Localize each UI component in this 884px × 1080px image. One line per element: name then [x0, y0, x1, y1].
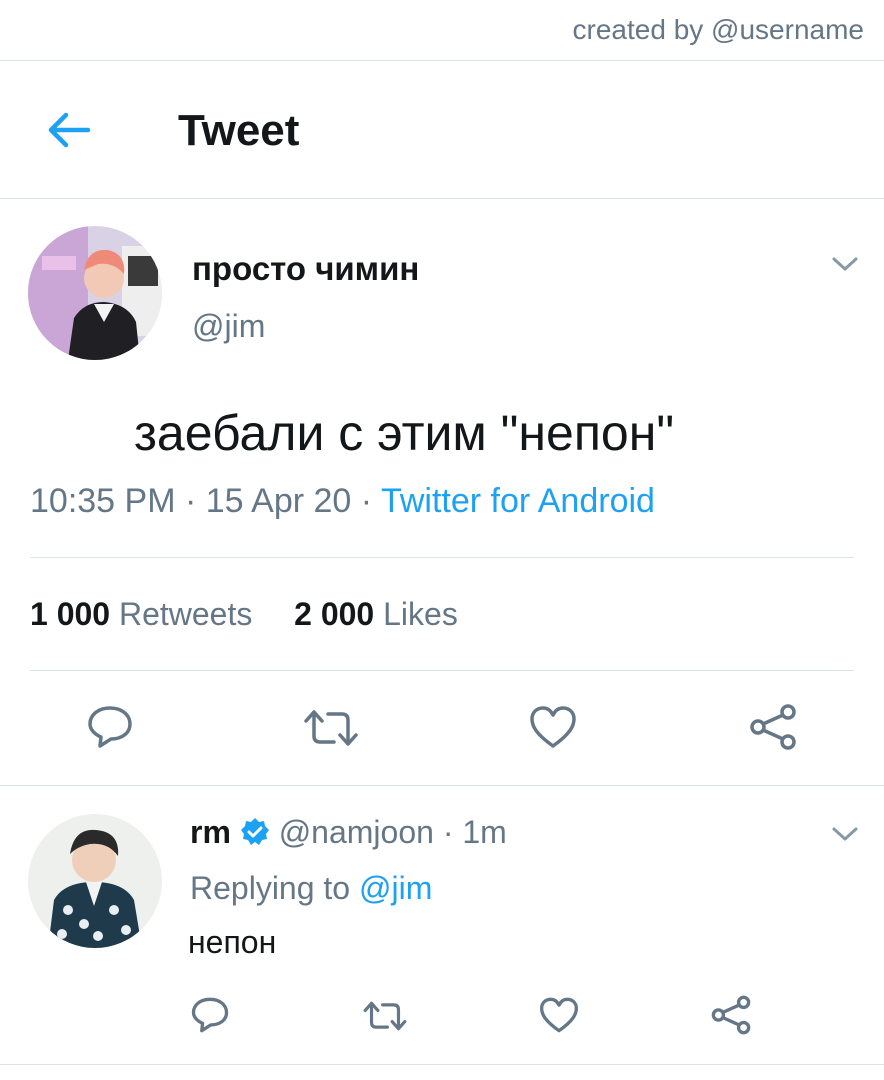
watermark-text: created by @username [572, 14, 864, 45]
replying-to-handle-link[interactable]: @jim [359, 870, 432, 906]
separator-dot: · [360, 482, 381, 520]
stats-bottom-divider [30, 670, 854, 671]
like-button[interactable] [528, 704, 578, 750]
verified-badge [240, 817, 270, 855]
user-handle[interactable]: @jim [192, 308, 265, 345]
reply-handle[interactable]: @namjoon [279, 814, 434, 850]
retweet-icon [363, 1001, 407, 1031]
stats-top-divider [30, 557, 854, 558]
avatar[interactable] [28, 814, 162, 948]
reply-retweet-button[interactable] [362, 998, 408, 1034]
tweet-source-link[interactable]: Twitter for Android [381, 482, 655, 520]
separator-dot: · [442, 814, 463, 850]
likes-count: 2 000 [294, 596, 375, 632]
arrow-left-icon [48, 112, 91, 148]
tweet-date: 15 Apr 20 [205, 482, 352, 520]
reply-menu-button[interactable] [830, 824, 860, 844]
reply-icon [88, 706, 132, 748]
tweet-text: заебали с этим "непон" [134, 405, 675, 461]
verified-icon [240, 818, 269, 845]
retweets-count: 1 000 [30, 596, 111, 632]
like-icon [540, 997, 578, 1033]
header-divider [0, 198, 884, 199]
tweet-stats: 1 000 Retweets 2 000 Likes [30, 596, 458, 633]
reply-display-name[interactable]: rm [190, 814, 231, 850]
reply-button[interactable] [86, 704, 134, 750]
reply-divider [0, 785, 884, 786]
reply-text: непон [188, 924, 277, 960]
retweet-icon [304, 710, 358, 746]
bottom-divider [0, 1064, 884, 1065]
likes-stat[interactable]: 2 000 Likes [294, 596, 458, 632]
reply-header: rm @namjoon · 1m [190, 814, 507, 855]
tweet-time: 10:35 PM [30, 482, 176, 520]
separator-dot: · [184, 482, 206, 520]
display-name[interactable]: просто чимин [192, 250, 419, 288]
retweets-stat[interactable]: 1 000 Retweets [30, 596, 252, 632]
reply-like-button[interactable] [538, 996, 580, 1034]
share-button[interactable] [748, 702, 798, 752]
share-icon [750, 704, 796, 750]
reply-icon [191, 997, 229, 1033]
retweets-label: Retweets [118, 596, 253, 632]
reply-share-button[interactable] [710, 994, 752, 1036]
tweet-menu-button[interactable] [830, 254, 860, 274]
app-header: Tweet [0, 62, 884, 198]
avatar[interactable] [28, 226, 162, 360]
back-button[interactable] [44, 108, 94, 152]
replying-to: Replying to @jim [190, 870, 432, 907]
tweet-meta: 10:35 PM · 15 Apr 20 · Twitter for Andro… [30, 482, 655, 521]
reply-time: 1m [462, 814, 507, 850]
top-divider [0, 60, 884, 61]
chevron-down-icon [832, 257, 858, 271]
likes-label: Likes [383, 596, 458, 632]
reply-reply-button[interactable] [190, 996, 230, 1034]
page-title: Tweet [178, 106, 300, 155]
replying-to-label: Replying to [190, 870, 351, 906]
retweet-button[interactable] [302, 706, 360, 750]
like-icon [530, 706, 576, 748]
share-icon [711, 995, 751, 1035]
chevron-down-icon [832, 827, 858, 841]
